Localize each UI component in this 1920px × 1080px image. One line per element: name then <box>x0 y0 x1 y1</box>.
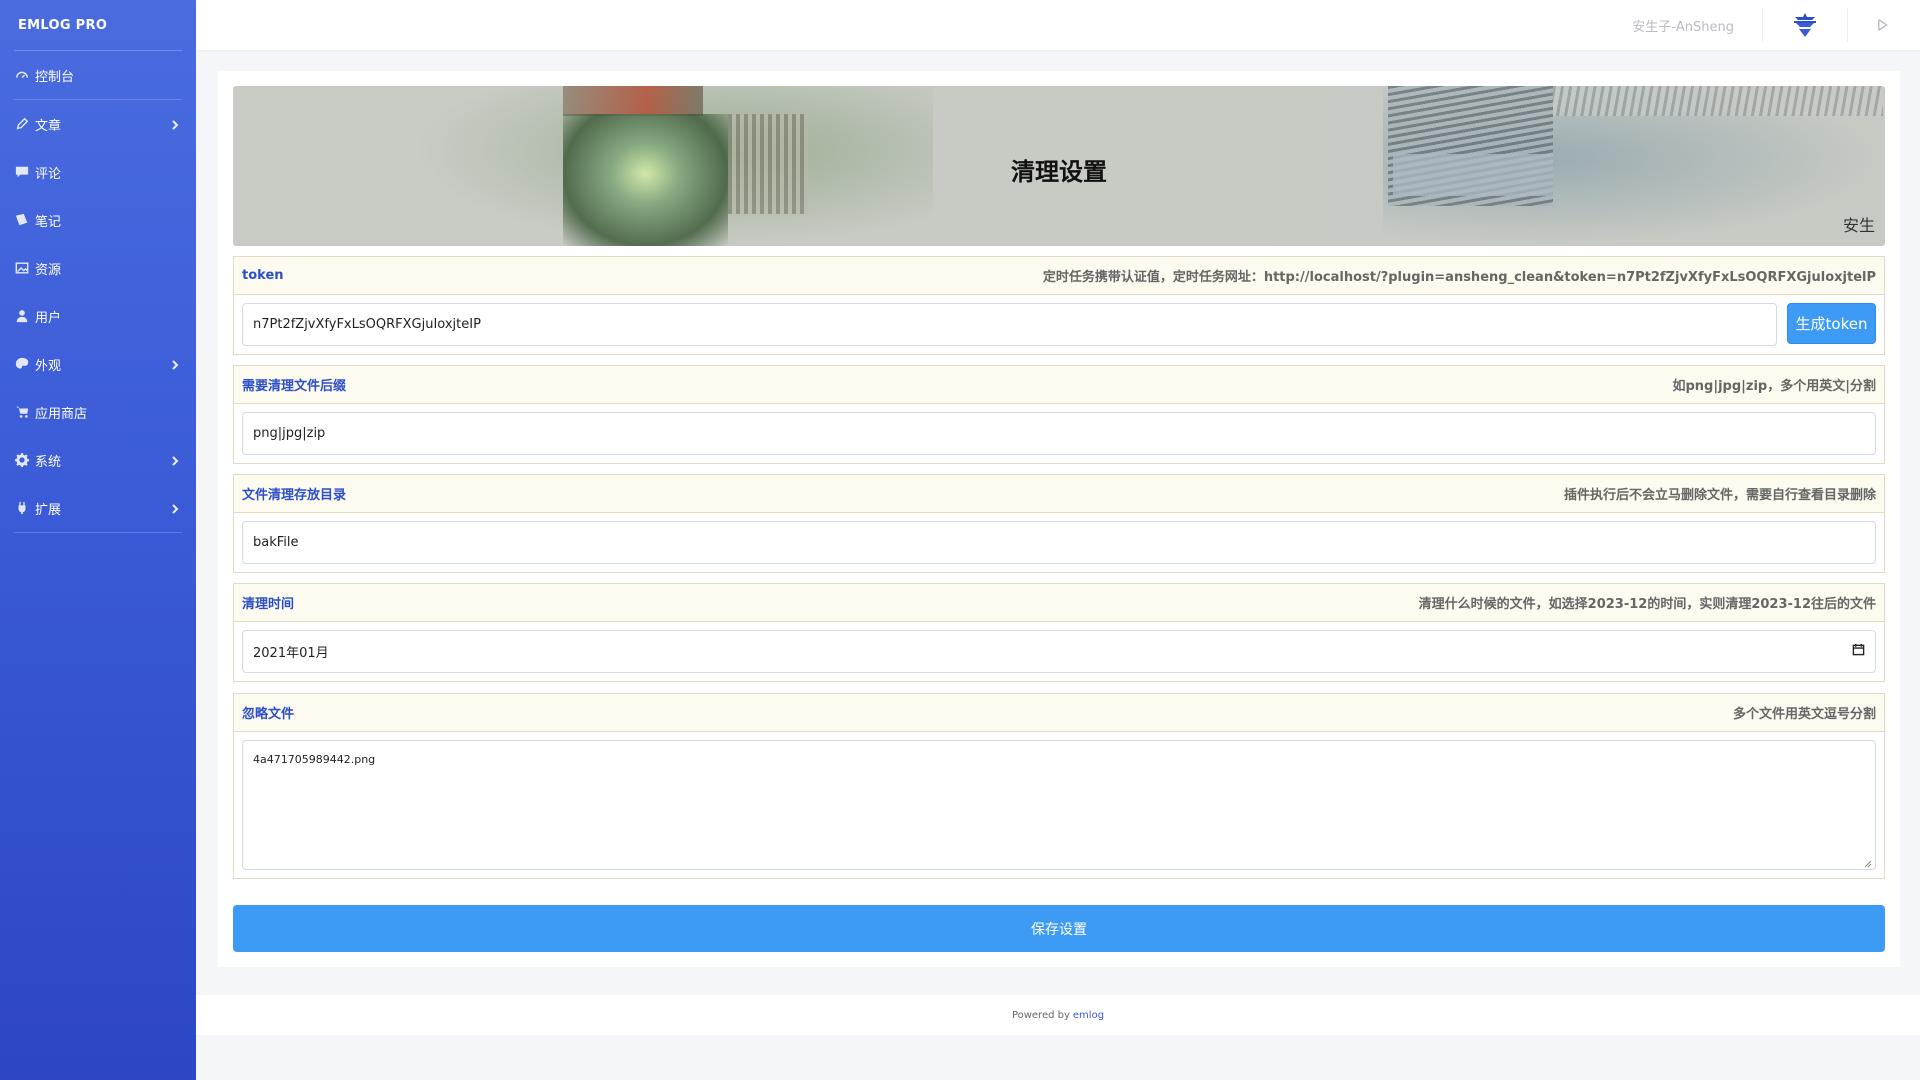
username-link[interactable]: 安生子-AnSheng <box>1604 16 1762 35</box>
banner-photo <box>1553 86 1883 116</box>
sidebar-item-label: 外观 <box>35 358 62 374</box>
dir-panel: 文件清理存放目录 插件执行后不会立马删除文件，需要自行查看目录删除 bakFil… <box>233 474 1885 573</box>
sidebar-item-label: 系统 <box>35 454 62 470</box>
logout-button[interactable] <box>1848 18 1920 32</box>
sidebar-item-extensions[interactable]: 扩展 <box>0 484 196 532</box>
comment-icon <box>15 165 29 179</box>
panel-body: 4a471705989442.png <box>234 732 1884 878</box>
sidebar-item-users[interactable]: 用户 <box>0 292 196 340</box>
suffix-label: 需要清理文件后缀 <box>242 379 347 394</box>
user-icon <box>15 309 29 323</box>
panel-body: n7Pt2fZjvXfyFxLsOQRFXGjuIoxjteIP 生成token <box>234 295 1884 354</box>
resize-handle-icon[interactable] <box>1864 858 1872 868</box>
generate-token-button[interactable]: 生成token <box>1787 303 1876 344</box>
banner: 清理设置 安生 <box>233 86 1885 246</box>
sidebar-item-label: 资源 <box>35 262 62 278</box>
divider <box>14 532 182 533</box>
ignore-value: 4a471705989442.png <box>253 753 376 766</box>
chevron-right-icon <box>170 119 180 130</box>
sidebar-item-label: 文章 <box>35 118 62 134</box>
brand-logo[interactable]: EMLOG PRO <box>0 0 196 50</box>
cart-icon <box>15 405 29 419</box>
logout-icon <box>1878 19 1888 31</box>
panel-header: 需要清理文件后缀 如png|jpg|zip，多个用英文|分割 <box>234 366 1884 404</box>
time-hint: 清理什么时候的文件，如选择2023-12的时间，实则清理2023-12往后的文件 <box>1418 597 1876 612</box>
note-icon <box>15 213 29 227</box>
panel-header: 忽略文件 多个文件用英文逗号分割 <box>234 694 1884 732</box>
save-settings-button[interactable]: 保存设置 <box>233 905 1885 952</box>
calendar-icon[interactable] <box>1852 643 1865 660</box>
sidebar-item-label: 用户 <box>35 310 62 326</box>
time-label: 清理时间 <box>242 597 295 612</box>
footer: Powered by emlog <box>196 995 1920 1035</box>
token-label: token <box>242 268 284 283</box>
suffix-input[interactable]: png|jpg|zip <box>242 412 1876 455</box>
dashboard-icon <box>15 68 29 82</box>
topbar: 安生子-AnSheng <box>196 0 1920 50</box>
sidebar-item-notes[interactable]: 笔记 <box>0 196 196 244</box>
palette-icon <box>15 357 29 371</box>
sidebar-item-appearance[interactable]: 外观 <box>0 340 196 388</box>
ignore-textarea[interactable]: 4a471705989442.png <box>242 740 1876 870</box>
suffix-panel: 需要清理文件后缀 如png|jpg|zip，多个用英文|分割 png|jpg|z… <box>233 365 1885 464</box>
sidebar-item-comments[interactable]: 评论 <box>0 148 196 196</box>
sidebar-item-label: 笔记 <box>35 214 62 230</box>
banner-photo <box>563 86 703 116</box>
plug-icon <box>15 501 29 515</box>
sidebar-item-label: 扩展 <box>35 502 62 518</box>
avatar[interactable] <box>1763 11 1847 39</box>
panel-header: 文件清理存放目录 插件执行后不会立马删除文件，需要自行查看目录删除 <box>234 475 1884 513</box>
chevron-right-icon <box>170 359 180 370</box>
ignore-label: 忽略文件 <box>242 707 295 722</box>
pencil-icon <box>15 117 29 131</box>
panel-body: 2021年01月 <box>234 622 1884 681</box>
sidebar-item-label: 评论 <box>35 166 62 182</box>
settings-card: 清理设置 安生 token 定时任务携带认证值，定时任务网址：http://lo… <box>218 71 1900 967</box>
panel-body: png|jpg|zip <box>234 404 1884 463</box>
sidebar-item-label: 控制台 <box>35 69 75 85</box>
sidebar-item-articles[interactable]: 文章 <box>0 100 196 148</box>
chevron-right-icon <box>170 455 180 466</box>
chevron-right-icon <box>170 503 180 514</box>
time-panel: 清理时间 清理什么时候的文件，如选择2023-12的时间，实则清理2023-12… <box>233 583 1885 682</box>
sidebar-item-system[interactable]: 系统 <box>0 436 196 484</box>
sidebar-item-app-store[interactable]: 应用商店 <box>0 388 196 436</box>
panel-body: bakFile <box>234 513 1884 572</box>
panel-header: 清理时间 清理什么时候的文件，如选择2023-12的时间，实则清理2023-12… <box>234 584 1884 622</box>
image-icon <box>15 261 29 275</box>
emlog-link[interactable]: emlog <box>1073 1010 1104 1021</box>
dir-hint: 插件执行后不会立马删除文件，需要自行查看目录删除 <box>1563 488 1876 503</box>
banner-subtitle: 安生 <box>1842 216 1875 235</box>
avatar-icon <box>1794 13 1816 37</box>
page-title: 清理设置 <box>1011 158 1107 186</box>
ignore-hint: 多个文件用英文逗号分割 <box>1732 707 1876 722</box>
sidebar-item-dashboard[interactable]: 控制台 <box>0 51 196 99</box>
sidebar-item-media[interactable]: 资源 <box>0 244 196 292</box>
token-input[interactable]: n7Pt2fZjvXfyFxLsOQRFXGjuIoxjteIP <box>242 303 1777 346</box>
panel-header: token 定时任务携带认证值，定时任务网址：http://localhost/… <box>234 257 1884 295</box>
dir-label: 文件清理存放目录 <box>242 488 347 503</box>
month-picker[interactable]: 2021年01月 <box>242 630 1876 673</box>
token-hint: 定时任务携带认证值，定时任务网址：http://localhost/?plugi… <box>1042 270 1876 285</box>
token-panel: token 定时任务携带认证值，定时任务网址：http://localhost/… <box>233 256 1885 355</box>
ignore-panel: 忽略文件 多个文件用英文逗号分割 4a471705989442.png <box>233 693 1885 879</box>
sidebar: EMLOG PRO 控制台 文章 评论 笔记 资源 用户 外观 应用商店 系统 <box>0 0 196 1080</box>
suffix-hint: 如png|jpg|zip，多个用英文|分割 <box>1672 379 1876 394</box>
footer-text: Powered by <box>1011 1009 1070 1021</box>
sidebar-item-label: 应用商店 <box>35 406 88 422</box>
month-value: 2021年01月 <box>253 646 329 661</box>
dir-input[interactable]: bakFile <box>242 521 1876 564</box>
gear-icon <box>15 453 29 467</box>
